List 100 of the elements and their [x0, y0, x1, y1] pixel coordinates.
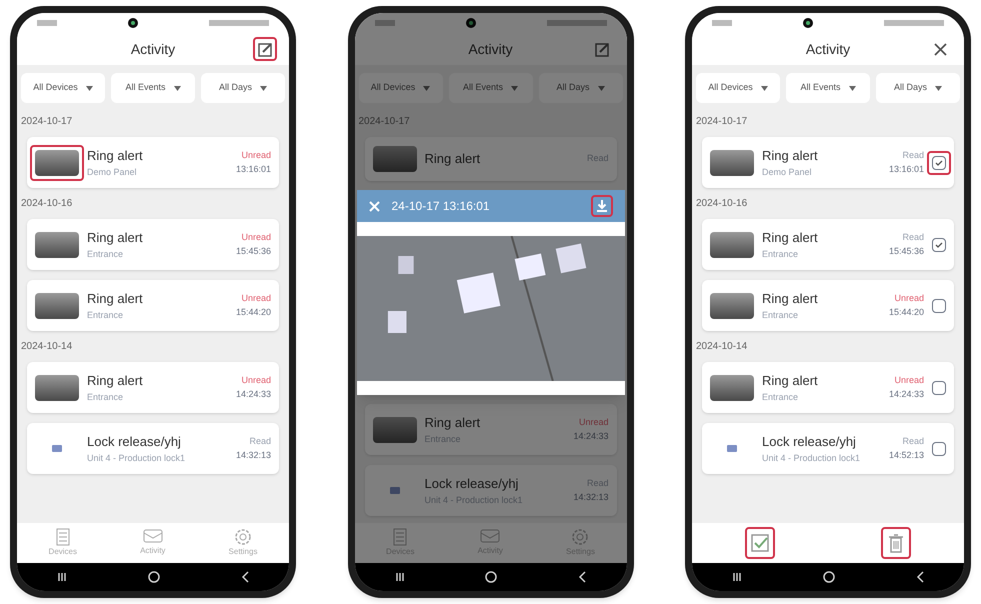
event-card[interactable]: Ring alert Entrance Unread 15:44:20: [27, 280, 279, 331]
screen-title: Activity: [130, 40, 176, 59]
event-time: 14:32:13: [573, 490, 608, 504]
message-icon: [480, 529, 500, 545]
home-icon[interactable]: [148, 571, 160, 583]
date-heading: 2024-10-16: [695, 197, 748, 211]
list-icon: [54, 528, 71, 546]
event-title: Ring alert: [424, 414, 482, 432]
event-source: Demo Panel: [762, 166, 813, 178]
event-time: 15:45:36: [888, 244, 924, 258]
read-status: Unread: [241, 231, 271, 244]
read-status: Unread: [241, 374, 271, 387]
event-time: 15:44:20: [236, 306, 271, 318]
edit-button[interactable]: [253, 37, 277, 61]
home-icon[interactable]: [822, 571, 835, 583]
list-icon: [392, 528, 408, 546]
event-source: Entrance: [762, 248, 800, 260]
checkbox[interactable]: [932, 380, 946, 394]
date-heading: 2024-10-17: [358, 115, 411, 129]
event-time: 14:52:13: [888, 448, 924, 462]
checkbox[interactable]: [932, 442, 946, 456]
checkmark-icon: [934, 240, 944, 250]
read-status: Read: [902, 435, 924, 448]
recent-apps-icon[interactable]: [732, 572, 742, 582]
edit-icon: [595, 42, 610, 56]
read-status: Read: [249, 435, 271, 448]
event-card[interactable]: Lock release/yhj Unit 4 - Production lock1 Read 14:52:13: [702, 423, 954, 474]
checkbox[interactable]: [932, 298, 946, 312]
date-heading: 2024-10-16: [20, 197, 74, 211]
event-source: Demo Panel: [87, 166, 138, 178]
checkbox[interactable]: [932, 238, 946, 252]
event-card[interactable]: Ring alert Entrance Unread 15:45:36: [27, 219, 279, 270]
filter-dropdown[interactable]: All Events: [111, 73, 195, 103]
home-icon[interactable]: [485, 571, 498, 583]
camera-icon: [803, 18, 813, 28]
event-source: Entrance: [762, 390, 800, 404]
read-status: Unread: [578, 416, 608, 429]
event-time: 14:24:33: [888, 388, 924, 400]
back-icon[interactable]: [916, 571, 924, 583]
back-icon[interactable]: [578, 571, 586, 583]
event-card[interactable]: Ring alert Entrance Unread 14:24:33: [27, 362, 279, 413]
download-icon: [594, 199, 608, 213]
event-title: Ring alert: [87, 147, 144, 165]
date-heading: 2024-10-17: [20, 115, 74, 129]
event-card[interactable]: Ring alert Entrance Unread 15:44:20: [702, 280, 954, 331]
filter-dropdown[interactable]: All Days: [201, 73, 285, 103]
event-title: Ring alert: [762, 147, 819, 165]
filter-dropdown[interactable]: All Devices: [21, 73, 105, 103]
event-source: Unit 4 - Production lock1: [762, 452, 862, 464]
recent-apps-icon[interactable]: [57, 572, 68, 582]
download-button[interactable]: [590, 195, 612, 217]
edit-icon: [258, 42, 272, 56]
event-title: Ring alert: [87, 290, 144, 308]
event-source: Entrance: [87, 390, 124, 404]
recent-apps-icon[interactable]: [394, 572, 405, 582]
date-heading: 2024-10-14: [20, 340, 74, 354]
back-icon[interactable]: [240, 571, 249, 583]
filter-dropdown[interactable]: All Devices: [358, 73, 442, 103]
photo-placeholder: [35, 150, 79, 176]
filter-dropdown[interactable]: All Events: [786, 73, 870, 103]
date-heading: 2024-10-17: [695, 115, 748, 129]
event-card[interactable]: Ring alert Entrance Read 15:45:36: [702, 219, 954, 270]
caret-icon: [423, 86, 430, 90]
checkbox[interactable]: [932, 156, 946, 170]
event-source: Unit 4 - Production lock1: [87, 452, 186, 464]
event-title: Ring alert: [87, 372, 144, 390]
screen-title: Activity: [468, 40, 513, 59]
dialog-title: 24-10-17 13:16:01: [392, 198, 491, 215]
close-icon: [934, 42, 946, 56]
event-card[interactable]: Lock release/yhj Unit 4 - Production lock1 Read 14:32:13: [27, 423, 279, 474]
camera-icon: [466, 18, 476, 28]
event-title: Ring alert: [424, 150, 482, 168]
event-time: 15:45:36: [236, 244, 271, 258]
settings-icon: [571, 528, 590, 546]
event-time: 15:44:20: [888, 306, 924, 318]
close-icon[interactable]: [368, 200, 380, 212]
delete-button[interactable]: [881, 527, 911, 559]
event-source: Entrance: [87, 308, 124, 322]
event-card[interactable]: Ring alert Demo Panel Unread 13:16:01: [27, 137, 279, 188]
event-title: Ring alert: [762, 229, 819, 247]
event-source: Entrance: [87, 248, 124, 260]
checked-box-icon: [750, 533, 770, 553]
read-status: Read: [902, 231, 924, 244]
trash-icon: [888, 533, 904, 553]
event-title: Lock release/yhj: [762, 433, 857, 451]
event-title: Lock release/yhj: [87, 433, 182, 451]
event-card[interactable]: Ring alert Entrance Unread 14:24:33: [702, 362, 954, 413]
event-source: Entrance: [762, 308, 800, 322]
date-heading: 2024-10-14: [695, 340, 748, 354]
event-title: Lock release/yhj: [424, 475, 520, 493]
checkmark-icon: [934, 158, 944, 168]
camera-icon: [128, 18, 138, 28]
select-all-button[interactable]: [745, 527, 775, 559]
filter-dropdown[interactable]: All Days: [538, 73, 622, 103]
event-card[interactable]: Ring alert Demo Panel Read 13:16:01: [702, 137, 954, 188]
filter-dropdown[interactable]: All Events: [448, 73, 532, 103]
filter-dropdown[interactable]: All Days: [876, 73, 960, 103]
screen-title: Activity: [806, 40, 850, 59]
event-time: 13:16:01: [236, 162, 271, 176]
filter-dropdown[interactable]: All Devices: [696, 73, 780, 103]
